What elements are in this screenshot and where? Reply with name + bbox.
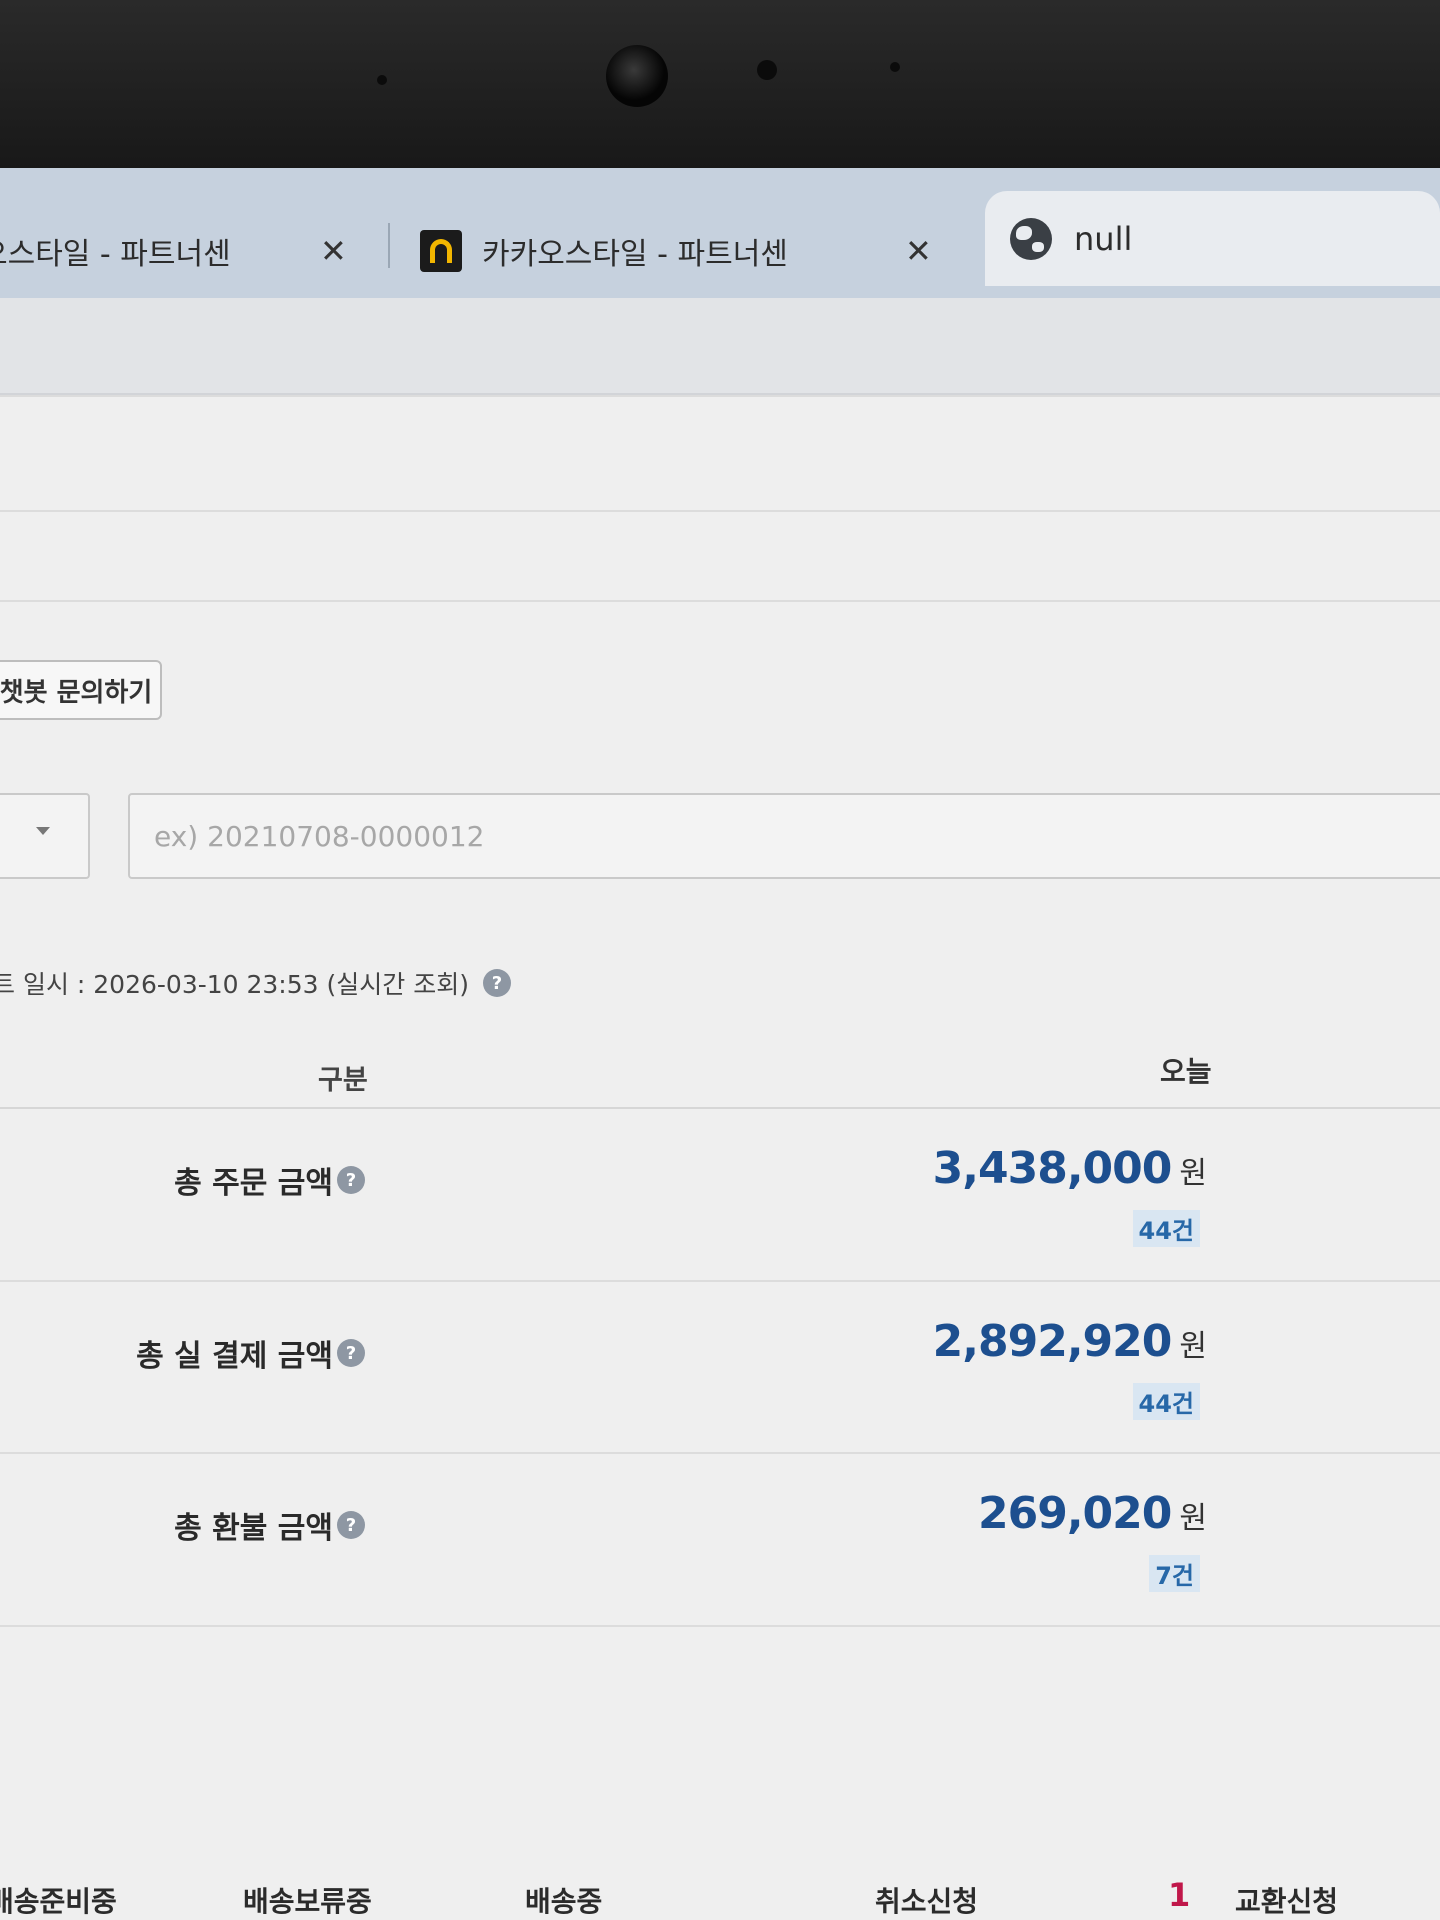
table-row: 총 주문 금액 ? 3,438,000 원 44건 (0, 1108, 1440, 1280)
status-preparing[interactable]: 배송준비중 (0, 1880, 117, 1920)
status-exchange-request[interactable]: 교환신청 (1235, 1880, 1338, 1920)
row-label-text: 총 환불 금액 (174, 1511, 333, 1546)
row-label: 총 실 결제 금액 ? (136, 1331, 365, 1375)
close-icon[interactable]: ✕ (905, 232, 932, 270)
exchange-request-count[interactable]: 1 (1168, 1876, 1190, 1914)
amount-value[interactable]: 269,020 (978, 1488, 1172, 1539)
webcam-lens (606, 45, 668, 107)
browser-tab-active[interactable]: null (985, 191, 1440, 286)
search-type-select[interactable] (0, 793, 90, 879)
column-header-today: 오늘 (1160, 1055, 1212, 1088)
globe-icon (1010, 217, 1052, 260)
summary-table-header: 구분 오늘 (0, 1050, 1440, 1110)
camera-sensor (377, 75, 387, 85)
order-number-search-input[interactable] (128, 793, 1440, 879)
row-label-text: 총 주문 금액 (174, 1166, 333, 1201)
amount-value[interactable]: 3,438,000 (933, 1143, 1173, 1194)
row-label: 총 환불 금액 ? (174, 1503, 365, 1547)
browser-tab[interactable]: 오스타일 - 파트너센 ✕ (0, 203, 390, 298)
laptop-bezel (0, 0, 1440, 190)
status-shipping[interactable]: 배송중 (525, 1880, 602, 1920)
row-label: 총 주문 금액 ? (174, 1158, 365, 1202)
page-content: 챗봇 문의하기 트 일시 : 2026-03-10 23:53 (실시간 조회)… (0, 395, 1440, 1920)
last-update-text: 트 일시 : 2026-03-10 23:53 (실시간 조회) (0, 970, 469, 999)
divider (0, 600, 1440, 602)
column-header-category: 구분 (318, 1065, 368, 1096)
help-icon[interactable]: ? (337, 1166, 365, 1194)
last-update-info: 트 일시 : 2026-03-10 23:53 (실시간 조회) ? (0, 965, 511, 1001)
amount-cell: 269,020 원 (978, 1488, 1207, 1539)
row-label-text: 총 실 결제 금액 (136, 1339, 333, 1374)
kakao-style-favicon-icon (420, 229, 462, 272)
amount-cell: 3,438,000 원 (933, 1143, 1207, 1194)
camera-sensor (757, 60, 777, 80)
status-on-hold[interactable]: 배송보류중 (243, 1880, 372, 1920)
currency-unit: 원 (1179, 1501, 1207, 1536)
help-icon[interactable]: ? (337, 1511, 365, 1539)
close-icon[interactable]: ✕ (320, 232, 347, 270)
order-count-link[interactable]: 44건 (1132, 1383, 1200, 1420)
tab-separator (388, 223, 390, 268)
order-status-bar: 배송준비중 배송보류중 배송중 취소신청 1 교환신청 (0, 1876, 1440, 1920)
table-row: 총 실 결제 금액 ? 2,892,920 원 44건 (0, 1281, 1440, 1453)
help-icon[interactable]: ? (482, 969, 511, 997)
tab-title: 카카오스타일 - 파트너센 (482, 236, 788, 272)
camera-sensor (890, 62, 900, 72)
help-icon[interactable]: ? (337, 1339, 365, 1367)
table-row: 총 환불 금액 ? 269,020 원 7건 (0, 1453, 1440, 1625)
browser-tab[interactable]: 카카오스타일 - 파트너센 ✕ (395, 203, 980, 298)
amount-value[interactable]: 2,892,920 (933, 1316, 1173, 1367)
browser-toolbar (0, 298, 1440, 395)
browser-tab-bar: 오스타일 - 파트너센 ✕ 카카오스타일 - 파트너센 ✕ null (0, 168, 1440, 298)
chevron-down-icon (36, 827, 50, 835)
chatbot-inquiry-button[interactable]: 챗봇 문의하기 (0, 660, 162, 720)
status-cancel-request[interactable]: 취소신청 (875, 1880, 978, 1920)
currency-unit: 원 (1179, 1329, 1207, 1364)
divider (0, 1625, 1440, 1627)
tab-title: null (1074, 219, 1133, 258)
amount-cell: 2,892,920 원 (933, 1316, 1207, 1367)
divider (0, 510, 1440, 512)
currency-unit: 원 (1179, 1156, 1207, 1191)
screen: 오스타일 - 파트너센 ✕ 카카오스타일 - 파트너센 ✕ null 챗봇 문의… (0, 168, 1440, 1920)
refund-count-link[interactable]: 7건 (1149, 1555, 1200, 1592)
tab-title: 오스타일 - 파트너센 (0, 236, 231, 272)
divider (0, 395, 1440, 397)
order-count-link[interactable]: 44건 (1132, 1210, 1200, 1247)
